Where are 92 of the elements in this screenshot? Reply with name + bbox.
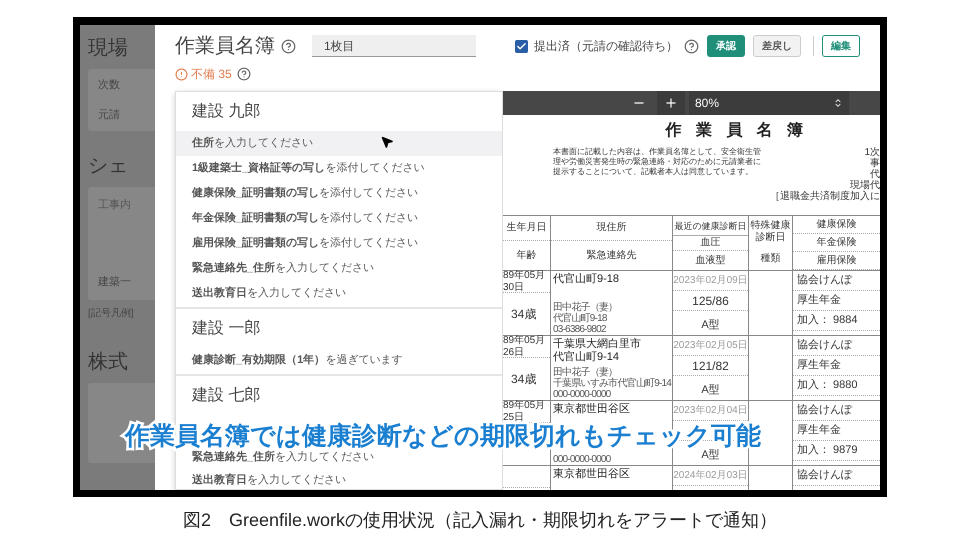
- zoom-in-button[interactable]: [657, 91, 685, 115]
- table-cell-text: A型: [701, 382, 720, 398]
- help-icon[interactable]: [684, 38, 699, 54]
- table-cell-text: 厚生年金: [797, 293, 841, 308]
- issue-item[interactable]: 送出教育日を入力してください: [176, 469, 502, 489]
- column-header: 年金保険: [816, 236, 856, 248]
- notice-text: 本書面に記載した内容は、作業員名簿として、安全衛生管理や労働災害発生時の緊急連絡・対応のために元請業者に提示することについて、記載者本人は同意しています。: [553, 147, 762, 178]
- plus-icon: [664, 96, 678, 110]
- document-label: ［退職金共済制度加入に: [770, 191, 880, 202]
- column-header: 生年月日: [506, 222, 546, 234]
- help-icon[interactable]: [236, 67, 251, 81]
- document-label: 代: [870, 169, 880, 180]
- action-button[interactable]: 承認: [707, 35, 745, 57]
- table-cell-text: 協会けんぽ: [797, 403, 852, 418]
- page-heading: 現場: [88, 36, 129, 61]
- table-cell-text: 89年05月26日: [503, 334, 546, 358]
- column-header: 最近の健康診断日: [674, 220, 746, 230]
- field-value: 建築一: [98, 274, 132, 290]
- table-cell-text: 田中花子（妻）: [553, 302, 618, 313]
- column-header: 種類: [760, 253, 780, 265]
- action-button[interactable]: 編集: [822, 35, 860, 57]
- table-cell-text: 000-0000-0000: [553, 454, 612, 465]
- issue-item[interactable]: 年金保険_証明書類の写しを添付してください: [176, 206, 502, 231]
- issue-item[interactable]: 緊急連絡先_住所を入力してください: [176, 256, 502, 281]
- issue-item[interactable]: 健康保険_証明書類の写しを添付してください: [176, 181, 502, 206]
- column-header: 特殊健康診断日: [750, 220, 792, 244]
- figure-caption: Greenfile.workの使用状況（記入漏れ・期限切れをアラートで通知）: [228, 509, 778, 532]
- table-cell-text: 協会けんぽ: [797, 273, 852, 288]
- field-label: 元請: [98, 108, 121, 123]
- table-cell-text: 代官山町9-18: [553, 273, 620, 286]
- table-cell-text: 田中花子（妻）: [553, 367, 618, 378]
- field-label: 次数: [98, 78, 121, 93]
- table-cell-text: 125/86: [692, 292, 729, 310]
- table-cell-text: 加入： 9884: [797, 313, 858, 328]
- subtitle: 作業員名簿では健康診断などの期限切れもチェック可能: [125, 424, 761, 449]
- table-cell-text: 協会けんぽ: [797, 338, 852, 354]
- table-cell-text: 協会けんぽ: [797, 468, 852, 484]
- document-label: 1次: [864, 147, 880, 158]
- figure-number: 図2: [182, 509, 211, 532]
- table-cell-text: 2023年02月05日: [673, 339, 748, 353]
- table-cell-text: 34歳: [511, 371, 536, 388]
- cursor-icon: [380, 135, 394, 149]
- sheet-field[interactable]: 1枚目: [312, 35, 476, 57]
- issue-item[interactable]: 健康診断_有効期限（1年）を過ぎています: [176, 348, 502, 373]
- table-cell-text: A型: [701, 448, 720, 462]
- zoom-select[interactable]: 80%: [689, 91, 849, 115]
- table-cell-text: 代官山町9-14: [553, 351, 620, 364]
- section-heading: シェ: [88, 154, 129, 179]
- issue-item[interactable]: 雇用保険_証明書類の写しを添付してください: [176, 231, 502, 256]
- document-label: 現場代: [850, 180, 880, 191]
- help-icon[interactable]: [281, 38, 296, 54]
- column-header: 現住所: [596, 222, 626, 234]
- warning-icon: [175, 68, 188, 80]
- table-cell-text: 東京都世田谷区: [553, 468, 631, 481]
- issue-item[interactable]: 1級建築士_資格証等の写しを添付してください: [176, 156, 502, 181]
- table-cell-text: 厚生年金: [797, 358, 841, 374]
- table-cell-text: 121/82: [692, 358, 729, 374]
- table-cell-text: 厚生年金: [797, 423, 841, 438]
- table-cell-text: 2023年02月09日: [673, 274, 748, 288]
- table-cell-text: A型: [701, 318, 720, 332]
- column-header: 健康保険: [816, 218, 856, 230]
- document-label: 事: [870, 158, 880, 169]
- table-cell-text: 2023年02月04日: [673, 404, 748, 418]
- table-cell-text: 000-0000-0000: [553, 389, 612, 400]
- worker-name: 建設 一郎: [190, 318, 262, 338]
- table-cell-text: 代官山町9-18: [553, 313, 608, 324]
- action-button[interactable]: 差戻し: [753, 35, 801, 57]
- dialog-title: 作業員名簿: [175, 34, 275, 59]
- page-heading: 株式: [88, 350, 129, 375]
- issue-item[interactable]: 送出教育日を入力してください: [176, 281, 502, 306]
- table-cell: 千葉県いすみ市代官山町9-14: [553, 378, 672, 389]
- table-cell-text: 千葉県大網白里市: [553, 338, 642, 350]
- worker-name: 建設 九郎: [190, 102, 262, 122]
- column-header: 年齢: [516, 250, 536, 262]
- table-cell-text: 加入： 9879: [797, 443, 858, 458]
- issue-item[interactable]: 住所を入力してください: [176, 131, 502, 156]
- table-cell-text: 34歳: [511, 306, 536, 323]
- column-header: 雇用保険: [816, 254, 856, 266]
- table-cell-text: 東京都世田谷区: [553, 403, 631, 416]
- column-header: 血圧: [700, 237, 720, 249]
- table-cell-text: 89年05月25日: [503, 400, 546, 423]
- checkbox-label: 提出済（元請の確認待ち）: [534, 38, 678, 55]
- document-title: 作業員名簿: [666, 120, 818, 141]
- submitted-checkbox[interactable]: [515, 40, 528, 52]
- column-header: 緊急連絡先: [586, 250, 636, 262]
- up-down-caret-icon: [833, 98, 843, 108]
- worker-name: 建設 七郎: [190, 386, 262, 406]
- table-cell-text: 加入： 9880: [797, 378, 858, 394]
- table-cell-text: 89年05月30日: [503, 270, 546, 294]
- table-cell-text: 2024年02月03日: [673, 469, 748, 483]
- table-cell-text: 03-6386-9802: [553, 324, 607, 335]
- column-header: 血液型: [696, 254, 726, 266]
